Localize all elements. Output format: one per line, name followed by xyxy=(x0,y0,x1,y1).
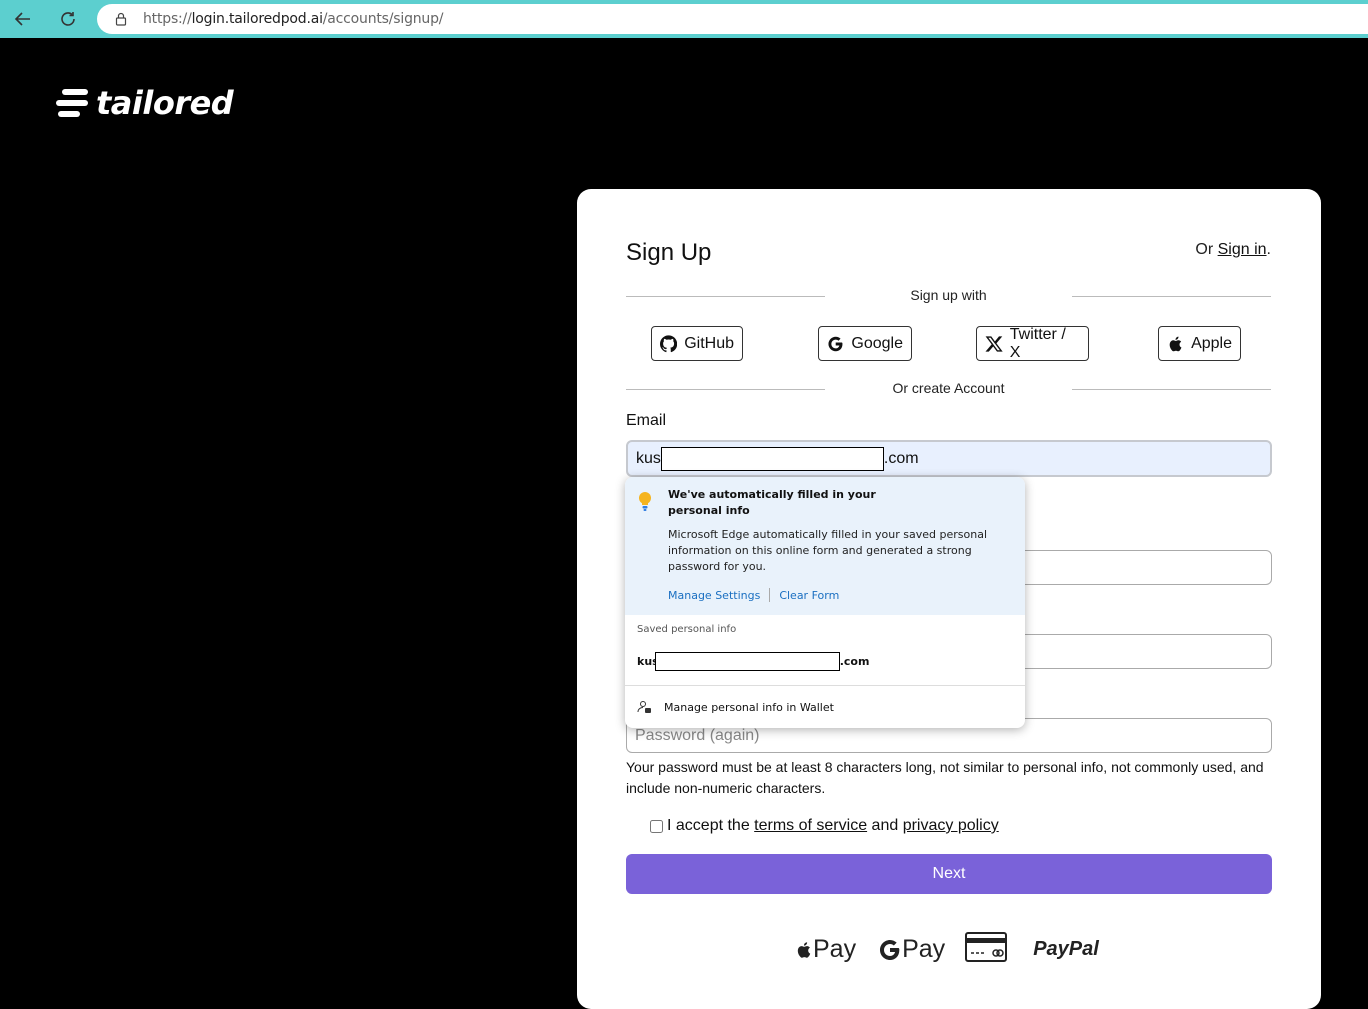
redaction-box xyxy=(660,446,884,471)
divider-line xyxy=(1072,296,1271,297)
google-button[interactable]: Google xyxy=(818,326,912,361)
popup-divider xyxy=(625,685,1025,686)
autofill-description: Microsoft Edge automatically filled in y… xyxy=(668,528,987,573)
manage-settings-link[interactable]: Manage Settings xyxy=(668,589,760,602)
github-button[interactable]: GitHub xyxy=(651,326,743,361)
terms-and: and xyxy=(871,817,899,834)
saved-suffix: .com xyxy=(839,655,870,668)
terms-checkbox[interactable] xyxy=(650,819,663,833)
wallet-person-icon xyxy=(637,701,651,713)
url-text[interactable]: https://login.tailoredpod.ai/accounts/si… xyxy=(143,11,444,27)
email-field[interactable]: kus .com xyxy=(626,440,1272,477)
apple-icon xyxy=(797,941,811,958)
signup-with-label: Sign up with xyxy=(910,287,987,303)
clear-form-link[interactable]: Clear Form xyxy=(779,589,839,602)
signin-prompt: Or Sign in. xyxy=(1195,241,1271,259)
next-button[interactable]: Next xyxy=(626,854,1272,894)
reload-icon[interactable] xyxy=(54,5,82,33)
saved-info-item[interactable]: kus .com xyxy=(637,652,869,671)
password-help-text: Your password must be at least 8 charact… xyxy=(626,759,1264,796)
brand-logo[interactable]: tailored xyxy=(56,84,234,122)
apple-label: Apple xyxy=(1191,334,1232,352)
privacy-link[interactable]: privacy policy xyxy=(903,817,999,835)
signin-prefix: Or xyxy=(1195,241,1218,258)
x-icon xyxy=(985,335,1003,352)
twitter-button[interactable]: Twitter / X xyxy=(976,326,1089,361)
apple-pay-label: Pay xyxy=(813,935,857,963)
redaction-box xyxy=(654,652,840,671)
signin-link[interactable]: Sign in xyxy=(1218,241,1267,258)
manage-wallet-item[interactable]: Manage personal info in Wallet xyxy=(637,700,834,715)
credit-card-icon xyxy=(965,932,1008,967)
autofill-popup: We've automatically filled in your perso… xyxy=(625,477,1025,728)
password-again-placeholder: Password (again) xyxy=(635,726,760,744)
lightbulb-icon xyxy=(637,491,653,517)
signin-suffix: . xyxy=(1266,241,1271,258)
link-separator xyxy=(769,588,771,602)
saved-info-label: Saved personal info xyxy=(637,624,737,635)
url-host: login.tailoredpod.ai xyxy=(191,11,323,27)
terms-prefix: I accept the xyxy=(667,817,750,834)
payment-methods: Pay Pay PayPal xyxy=(795,932,1099,967)
github-icon xyxy=(660,334,678,352)
autofill-info-panel: We've automatically filled in your perso… xyxy=(625,477,1025,615)
google-pay-label: Pay xyxy=(902,935,946,963)
apple-pay-logo: Pay xyxy=(795,935,856,964)
back-icon[interactable] xyxy=(9,5,37,33)
url-path: /accounts/signup/ xyxy=(322,11,444,27)
apple-icon xyxy=(1169,336,1182,351)
google-pay-logo: Pay xyxy=(878,935,945,964)
page-title: Sign Up xyxy=(626,239,712,266)
logo-icon xyxy=(56,89,88,117)
browser-toolbar: https://login.tailoredpod.ai/accounts/si… xyxy=(0,0,1368,38)
terms-row: I accept the terms of service and privac… xyxy=(650,817,999,835)
email-suffix: .com xyxy=(883,449,919,467)
github-label: GitHub xyxy=(684,334,734,352)
signup-with-divider: Sign up with xyxy=(626,286,1271,306)
autofill-heading: We've automatically filled in your perso… xyxy=(668,488,876,517)
email-label: Email xyxy=(626,412,667,429)
divider-line xyxy=(1072,389,1271,390)
paypal-logo: PayPal xyxy=(1033,938,1099,960)
lock-icon[interactable] xyxy=(113,11,129,27)
wallet-label: Manage personal info in Wallet xyxy=(664,701,834,714)
brand-name: tailored xyxy=(96,84,234,122)
autofill-links: Manage Settings Clear Form xyxy=(668,588,839,602)
create-account-label: Or create Account xyxy=(892,380,1005,396)
create-account-divider: Or create Account xyxy=(626,379,1271,399)
google-label: Google xyxy=(851,334,903,352)
terms-link[interactable]: terms of service xyxy=(754,817,867,835)
email-prefix: kus xyxy=(636,449,661,467)
google-icon xyxy=(880,939,900,960)
address-bar[interactable]: https://login.tailoredpod.ai/accounts/si… xyxy=(97,4,1368,34)
twitter-label: Twitter / X xyxy=(1009,325,1066,361)
url-prefix: https:// xyxy=(143,11,192,27)
google-icon xyxy=(828,336,843,351)
apple-button[interactable]: Apple xyxy=(1158,326,1241,361)
